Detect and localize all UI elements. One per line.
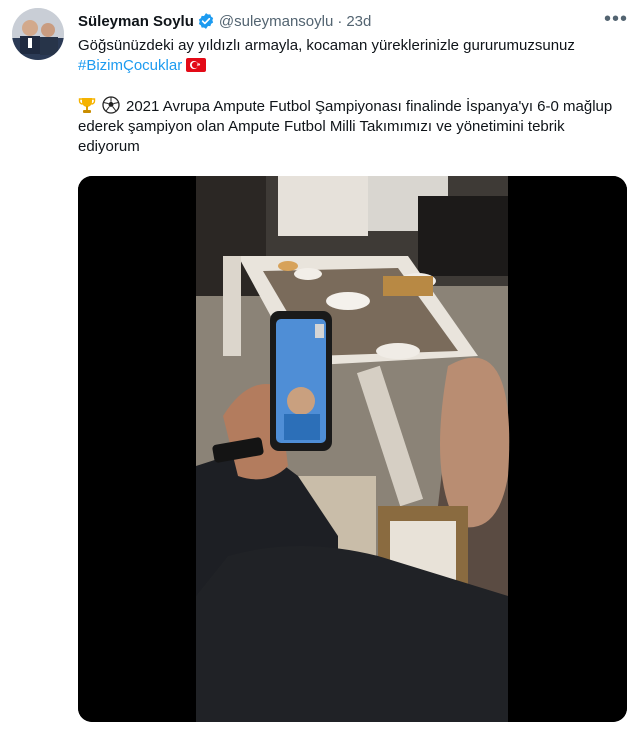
tweet-card: Süleyman Soylu @suleymansoylu · 23d ••• … bbox=[0, 0, 640, 730]
hashtag-line: #BizimÇocuklar bbox=[78, 56, 626, 76]
tweet-video[interactable] bbox=[78, 176, 627, 722]
tweet-text: Göğsünüzdeki ay yıldızlı armayla, kocama… bbox=[78, 36, 626, 76]
avatar-image bbox=[12, 8, 64, 60]
hashtag-link[interactable]: #BizimÇocuklar bbox=[78, 57, 182, 74]
verified-badge-icon bbox=[197, 12, 215, 30]
video-frame-image bbox=[78, 176, 627, 722]
tweet-paragraph-2: 2021 Avrupa Ampute Futbol Şampiyonası fi… bbox=[78, 96, 626, 157]
turkey-flag-icon bbox=[186, 58, 207, 72]
tweet-header: Süleyman Soylu @suleymansoylu · 23d ••• bbox=[78, 8, 628, 32]
author-name[interactable]: Süleyman Soylu bbox=[78, 13, 194, 30]
tweet-line-1: Göğsünüzdeki ay yıldızlı armayla, kocama… bbox=[78, 37, 575, 54]
trophy-icon bbox=[78, 96, 96, 114]
avatar[interactable] bbox=[12, 8, 64, 60]
more-icon[interactable]: ••• bbox=[604, 8, 628, 31]
author-handle[interactable]: @suleymansoylu bbox=[219, 13, 333, 30]
soccer-ball-icon bbox=[102, 96, 120, 114]
tweet-timestamp[interactable]: 23d bbox=[346, 13, 371, 30]
tweet-paragraph-2-text: 2021 Avrupa Ampute Futbol Şampiyonası fi… bbox=[78, 98, 613, 155]
separator-dot: · bbox=[337, 12, 343, 30]
